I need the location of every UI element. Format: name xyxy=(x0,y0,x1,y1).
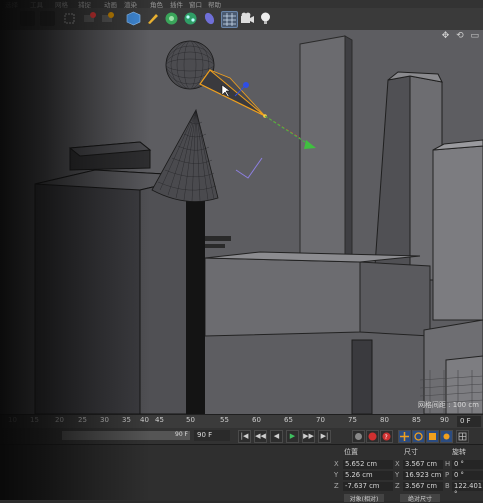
timeline-tick: 80 xyxy=(380,416,389,424)
timeline-tick: 30 xyxy=(100,416,109,424)
deformer-icon[interactable] xyxy=(202,11,217,26)
size-header: 尺寸 xyxy=(404,448,418,456)
axis-label: X xyxy=(395,460,400,468)
subdivision-icon[interactable] xyxy=(164,11,179,26)
axis-label: Z xyxy=(334,482,339,490)
timeline-tick: 60 xyxy=(252,416,261,424)
rotation-h-field[interactable]: 0 ° xyxy=(452,460,483,469)
timeline-tick: 55 xyxy=(220,416,229,424)
frame-range-slider[interactable]: 90 F xyxy=(62,431,190,440)
play-button[interactable]: ▶ xyxy=(286,430,299,443)
timeline-tick: 70 xyxy=(316,416,325,424)
param-key-icon[interactable] xyxy=(426,430,439,443)
point-key-icon[interactable] xyxy=(440,430,453,443)
floor-icon[interactable] xyxy=(221,11,238,28)
timeline-ruler[interactable]: 10 15 20 25 30 35 40 45 50 55 60 65 70 7… xyxy=(0,414,483,429)
viewport-nav-icons[interactable]: ✥ ⟲ ▭ xyxy=(442,31,481,41)
redo-icon[interactable] xyxy=(40,11,55,26)
3d-viewport[interactable]: ✥ ⟲ ▭ 网格间距 : 100 cm xyxy=(0,30,483,414)
next-key-button[interactable]: ▶▶ xyxy=(302,430,315,443)
move-key-icon[interactable] xyxy=(398,430,411,443)
timeline-tick: 50 xyxy=(186,416,195,424)
select-icon[interactable] xyxy=(62,11,77,26)
position-header: 位置 xyxy=(344,448,358,456)
range-end-value: 90 F xyxy=(175,431,188,438)
axis-label: P xyxy=(445,471,450,479)
timeline-tick: 10 xyxy=(8,416,17,424)
playback-bar: 90 F 90 F |◀ ◀◀ ◀ ▶ ▶▶ ▶| ? xyxy=(0,428,483,444)
svg-text:?: ? xyxy=(385,434,388,441)
axis-label: X xyxy=(334,460,339,468)
camera-icon[interactable] xyxy=(240,11,255,26)
size-x-field[interactable]: 3.567 cm xyxy=(403,460,443,469)
menu-bar: 选择 工具 网格 捕捉 动画 渲染 角色 插件 窗口 帮助 xyxy=(0,0,483,9)
timeline-tick: 25 xyxy=(78,416,87,424)
viewport-scene xyxy=(0,30,483,414)
go-to-start-button[interactable]: |◀ xyxy=(238,430,251,443)
timeline-tick: 85 xyxy=(412,416,421,424)
size-z-field[interactable]: 3.567 cm xyxy=(403,482,443,491)
axis-label: Z xyxy=(395,482,400,490)
axis-label: Y xyxy=(395,471,400,479)
grid-spacing-readout: 网格间距 : 100 cm xyxy=(417,401,479,409)
timeline-tick: 35 xyxy=(122,416,131,424)
array-icon[interactable] xyxy=(183,11,198,26)
go-to-end-button[interactable]: ▶| xyxy=(318,430,331,443)
size-y-field[interactable]: 16.923 cm xyxy=(403,471,443,480)
main-toolbar xyxy=(0,8,483,31)
axis-label: H xyxy=(445,460,451,468)
undo-icon[interactable] xyxy=(20,11,35,26)
step-back-button[interactable]: ◀ xyxy=(270,430,283,443)
position-x-field[interactable]: 5.652 cm xyxy=(343,460,393,469)
current-frame-field[interactable]: 90 F xyxy=(194,430,230,441)
axis-label: B xyxy=(445,482,450,490)
coordinate-row-y: Y 5.26 cm Y 16.923 cm P 0 ° xyxy=(334,471,483,481)
light-icon[interactable] xyxy=(258,11,273,26)
record-key-icon[interactable] xyxy=(352,430,365,443)
render-view-icon[interactable] xyxy=(82,11,97,26)
timeline-tick: 40 xyxy=(140,416,149,424)
timeline-end-frame[interactable]: 0 F xyxy=(457,416,481,427)
timeline-tick: 65 xyxy=(284,416,293,424)
timeline-tick: 20 xyxy=(55,416,64,424)
position-z-field[interactable]: -7.637 cm xyxy=(343,482,393,491)
rotate-key-icon[interactable] xyxy=(412,430,425,443)
coordinate-mode-dropdown[interactable]: 对象(相对) xyxy=(344,494,384,503)
position-y-field[interactable]: 5.26 cm xyxy=(343,471,393,480)
render-settings-icon[interactable] xyxy=(100,11,115,26)
rotation-header: 旋转 xyxy=(452,448,466,456)
coordinate-row-z: Z -7.637 cm Z 3.567 cm B 122.401 ° xyxy=(334,482,483,498)
grid-key-icon[interactable] xyxy=(456,430,469,443)
timeline-tick: 75 xyxy=(348,416,357,424)
timeline-tick: 15 xyxy=(30,416,39,424)
timeline-tick: 45 xyxy=(155,416,164,424)
cube-icon[interactable] xyxy=(126,11,141,26)
timeline-tick: 90 xyxy=(440,416,449,424)
pen-icon[interactable] xyxy=(145,11,160,26)
coordinate-row-x: X 5.652 cm X 3.567 cm H 0 ° xyxy=(334,460,483,470)
previous-key-button[interactable]: ◀◀ xyxy=(254,430,267,443)
rotation-b-field[interactable]: 122.401 ° xyxy=(452,482,483,498)
rotation-p-field[interactable]: 0 ° xyxy=(452,471,483,480)
axis-label: Y xyxy=(334,471,339,479)
help-icon[interactable]: ? xyxy=(380,430,393,443)
size-mode-dropdown[interactable]: 绝对尺寸 xyxy=(400,494,440,503)
autokey-icon[interactable] xyxy=(366,430,379,443)
